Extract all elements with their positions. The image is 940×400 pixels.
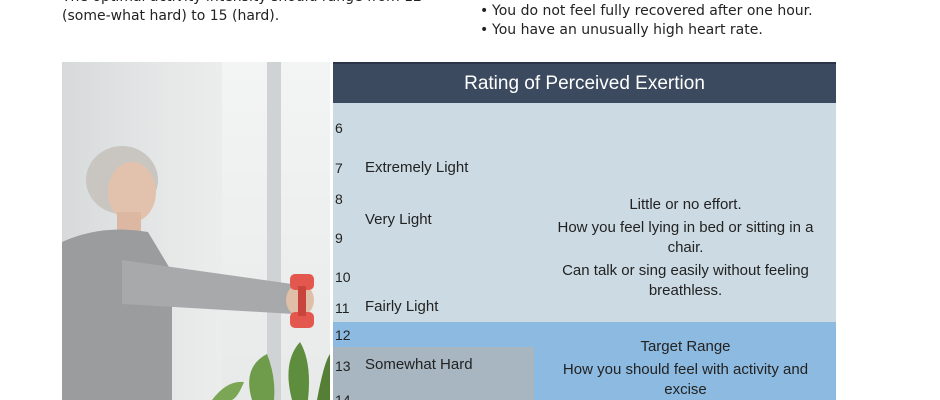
- label-extremely-light: Extremely Light: [365, 159, 469, 176]
- rpe-table: Rating of Perceived Exertion 6 7 8 9 10 …: [333, 62, 836, 400]
- rating-10: 10: [335, 269, 351, 285]
- rating-8: 8: [335, 191, 343, 207]
- woman-with-dumbbell-illustration: [62, 146, 330, 400]
- rating-13: 13: [335, 358, 351, 374]
- label-very-light: Very Light: [365, 211, 432, 228]
- warning-item: You have an unusually high heart rate.: [480, 21, 900, 40]
- description-effort: Little or no effort.: [629, 196, 742, 213]
- rating-12: 12: [335, 327, 351, 343]
- somewhat-hard-band: [333, 347, 534, 400]
- rating-6: 6: [335, 120, 343, 136]
- intro-paragraph: The optimal activity intensity should ra…: [62, 0, 422, 24]
- rating-9: 9: [335, 230, 343, 246]
- description-talk-sing: Can talk or sing easily without feeling …: [562, 262, 809, 299]
- rating-14: 14: [335, 392, 351, 400]
- description-target-range: Target Range: [640, 338, 731, 355]
- description-activity: How you should feel with activity and ex…: [562, 361, 809, 398]
- warning-list: You do not feel fully recovered after on…: [480, 2, 900, 40]
- description-lying-in-bed: How you feel lying in bed or sitting in …: [557, 219, 814, 256]
- label-fairly-light: Fairly Light: [365, 298, 439, 315]
- warning-item: You do not feel fully recovered after on…: [480, 2, 900, 21]
- rating-7: 7: [335, 160, 343, 176]
- table-title: Rating of Perceived Exertion: [333, 62, 836, 103]
- rating-11: 11: [335, 300, 350, 316]
- exercise-photo: [62, 62, 330, 400]
- label-somewhat-hard: Somewhat Hard: [365, 356, 473, 373]
